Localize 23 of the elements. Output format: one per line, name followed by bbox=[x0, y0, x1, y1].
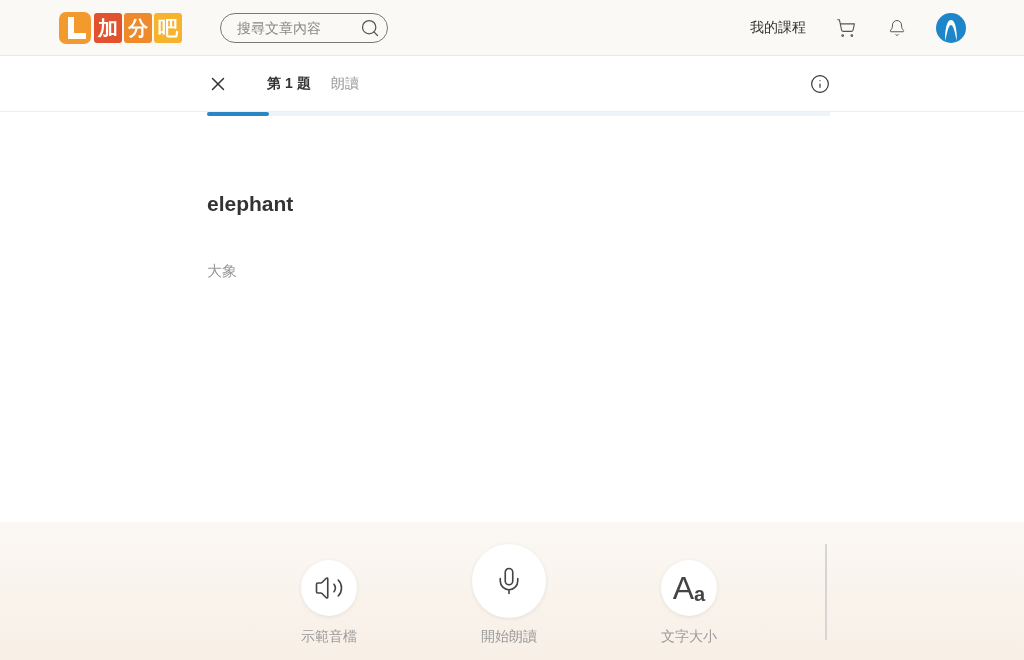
my-courses-link[interactable]: 我的課程 bbox=[750, 17, 806, 38]
logo[interactable]: 加 分 吧 bbox=[58, 10, 182, 45]
info-icon[interactable] bbox=[810, 73, 830, 94]
font-size-icon: Aa bbox=[672, 572, 706, 604]
word-text: elephant bbox=[207, 191, 295, 217]
search-field[interactable]: 搜尋文章內容 bbox=[220, 12, 388, 43]
logo-tile: 分 bbox=[124, 12, 152, 43]
bell-icon[interactable] bbox=[888, 18, 906, 37]
logo-icon bbox=[58, 10, 92, 45]
mode-label: 朗讀 bbox=[330, 74, 359, 93]
font-button[interactable]: Aa bbox=[661, 560, 717, 616]
action-label: 開始朗讀 bbox=[481, 627, 537, 646]
translation-text: 大象 bbox=[207, 260, 238, 281]
search-icon[interactable] bbox=[360, 17, 380, 38]
question-number: 第 1 題 bbox=[267, 74, 311, 93]
avatar-icon[interactable] bbox=[936, 12, 966, 43]
logo-tile: 吧 bbox=[154, 12, 182, 43]
action-label: 示範音檔 bbox=[301, 627, 357, 646]
logo-tile: 加 bbox=[94, 12, 122, 43]
mic-button[interactable] bbox=[472, 544, 546, 618]
speaker-button[interactable] bbox=[301, 560, 357, 616]
action-label: 文字大小 bbox=[661, 627, 717, 646]
cart-icon[interactable] bbox=[836, 17, 856, 38]
